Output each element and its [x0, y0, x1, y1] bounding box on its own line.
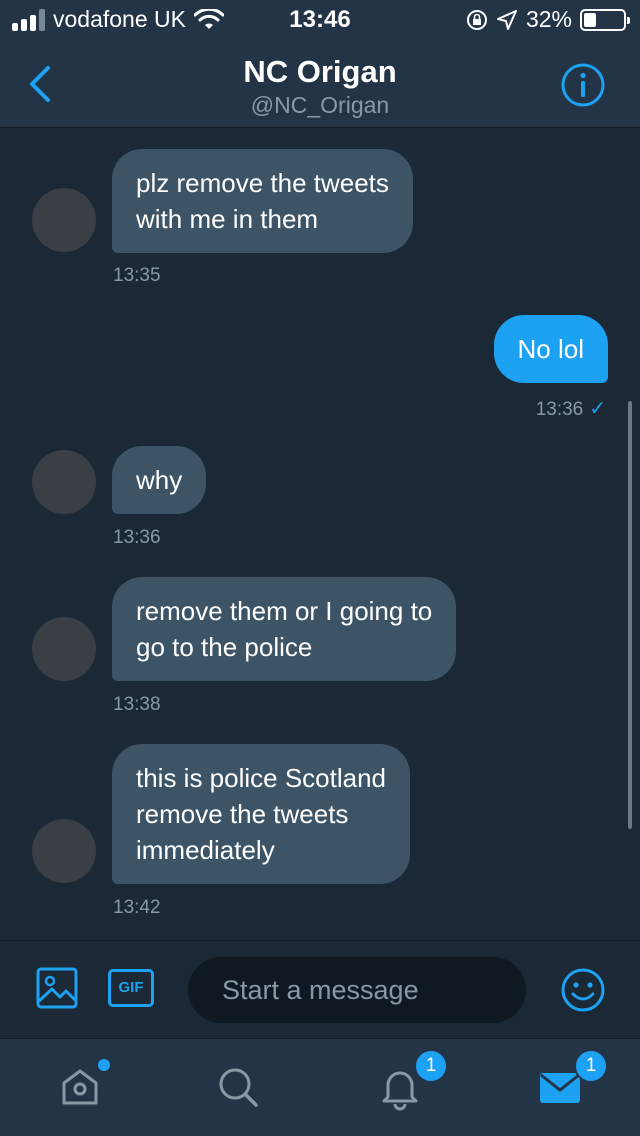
read-check-icon: ✓ [589, 398, 606, 420]
tab-search[interactable] [214, 1063, 262, 1111]
gif-button[interactable]: GIF [108, 969, 154, 1007]
conversation-header: NC Origan @NC_Origan [0, 40, 640, 128]
scrollbar[interactable] [628, 401, 632, 829]
message-timestamp-outgoing: 13:36 ✓ [536, 396, 606, 421]
message-text-line: remove them or I going to [136, 596, 433, 626]
message-text-line: remove the tweets [136, 799, 349, 829]
message-bubble-outgoing[interactable]: No lol [493, 315, 608, 383]
message-bubble-incoming[interactable]: why [112, 446, 207, 514]
message-text-line: No lol [517, 334, 584, 364]
message-bubble-incoming[interactable]: this is police Scotland remove the tweet… [112, 744, 411, 884]
message-text-line: why [136, 465, 183, 495]
message-composer: GIF [0, 940, 640, 1038]
message-text-line: immediately [136, 835, 275, 865]
message-timestamp: 13:35 [113, 265, 161, 286]
tab-bar: 1 1 [0, 1038, 640, 1136]
message-text-line: this is police Scotland [136, 763, 387, 793]
emoji-icon [561, 968, 605, 1012]
tab-notifications[interactable]: 1 [376, 1049, 448, 1111]
message-bubble-incoming[interactable]: plz remove the tweets with me in them [112, 149, 413, 253]
battery-icon [580, 8, 630, 31]
info-icon [561, 63, 605, 107]
tab-messages[interactable]: 1 [536, 1049, 608, 1111]
avatar[interactable] [32, 450, 96, 514]
message-timestamp: 13:42 [113, 897, 161, 918]
message-timestamp: 13:38 [113, 694, 161, 715]
avatar[interactable] [32, 617, 96, 681]
message-bubble-incoming[interactable]: remove them or I going to go to the poli… [112, 577, 457, 681]
image-button[interactable] [36, 967, 78, 1009]
avatar[interactable] [32, 819, 96, 883]
unread-dot [98, 1059, 110, 1071]
status-bar: vodafone UK 13:46 32% [0, 0, 640, 40]
conversation-title[interactable]: NC Origan [0, 54, 640, 90]
location-icon [496, 9, 517, 30]
tab-home[interactable] [56, 1059, 110, 1111]
message-text-line: plz remove the tweets [136, 168, 389, 198]
messages-badge: 1 [574, 1049, 608, 1083]
message-list[interactable]: plz remove the tweets with me in them 13… [0, 129, 640, 939]
conversation-handle: @NC_Origan [250, 92, 390, 118]
message-timestamp: 13:36 [535, 399, 584, 420]
emoji-button[interactable] [560, 967, 606, 1013]
message-timestamp: 13:36 [113, 527, 161, 548]
notifications-badge: 1 [414, 1049, 448, 1083]
search-icon [219, 1068, 258, 1107]
message-input[interactable] [188, 957, 526, 1023]
image-icon [36, 967, 78, 1009]
info-button[interactable] [560, 62, 606, 108]
message-text-line: go to the police [136, 632, 313, 662]
rotation-lock-icon [466, 9, 487, 30]
battery-percent: 32% [525, 6, 572, 32]
avatar[interactable] [32, 188, 96, 252]
message-text-line: with me in them [136, 204, 319, 234]
home-icon [62, 1069, 98, 1105]
